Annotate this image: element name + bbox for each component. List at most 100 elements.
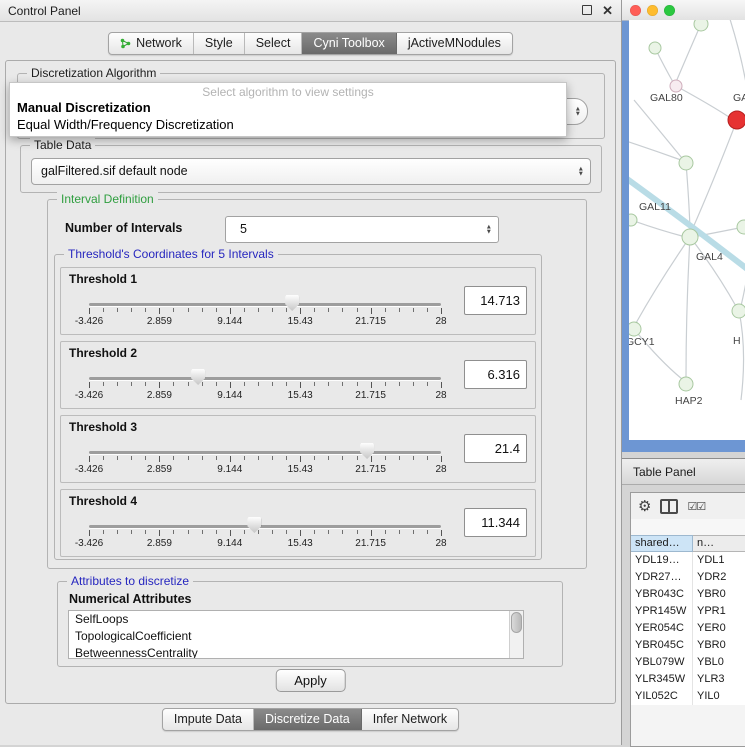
table-data-combobox[interactable]: galFiltered.sif default node ▲▼ bbox=[31, 158, 591, 185]
slider-tick-label: -3.426 bbox=[75, 538, 103, 549]
threshold-value-field[interactable]: 11.344 bbox=[464, 508, 527, 537]
cell-shared-name: YIL052C bbox=[631, 688, 693, 705]
network-edge[interactable] bbox=[634, 100, 686, 163]
network-node[interactable] bbox=[649, 42, 661, 54]
tab-cyni-toolbox[interactable]: Cyni Toolbox bbox=[302, 33, 396, 54]
network-node-label: H bbox=[733, 335, 741, 347]
apply-button[interactable]: Apply bbox=[275, 669, 346, 692]
slider-tick bbox=[342, 530, 343, 534]
network-node[interactable] bbox=[694, 20, 708, 31]
bottom-tab-impute-data[interactable]: Impute Data bbox=[163, 709, 254, 730]
interval-definition-title: Interval Definition bbox=[57, 192, 158, 206]
column-header-name[interactable]: n… bbox=[693, 535, 745, 552]
intervals-spinner[interactable]: 5 ▲▼ bbox=[225, 216, 499, 243]
network-node[interactable] bbox=[679, 377, 693, 391]
tab-select[interactable]: Select bbox=[245, 33, 303, 54]
network-node[interactable] bbox=[629, 322, 641, 336]
network-node[interactable] bbox=[682, 229, 698, 245]
slider-tick bbox=[385, 382, 386, 386]
bottom-tab-discretize-data[interactable]: Discretize Data bbox=[254, 709, 362, 730]
slider-tick bbox=[385, 308, 386, 312]
slider-tick bbox=[131, 456, 132, 460]
attribute-list-item[interactable]: SelfLoops bbox=[69, 611, 523, 628]
table-row[interactable]: YPR145WYPR1 bbox=[631, 603, 745, 620]
bottom-tab-segment: Impute DataDiscretize Data Infer Network bbox=[162, 708, 459, 731]
table-row[interactable]: YBR043CYBR0 bbox=[631, 586, 745, 603]
threshold-value-field[interactable]: 21.4 bbox=[464, 434, 527, 463]
gear-icon[interactable]: ⚙ bbox=[638, 499, 651, 514]
network-edge-thick[interactable] bbox=[629, 176, 745, 272]
cell-name: YER0 bbox=[693, 620, 745, 637]
select-rows-checkboxes-icon[interactable]: ☑☑ bbox=[687, 500, 705, 513]
attribute-list-item[interactable]: BetweennessCentrality bbox=[69, 645, 523, 659]
list-scrollbar[interactable] bbox=[509, 611, 523, 658]
network-node[interactable] bbox=[679, 156, 693, 170]
slider-tick bbox=[159, 530, 160, 536]
table-row[interactable]: YBR045CYBR0 bbox=[631, 637, 745, 654]
columns-icon[interactable] bbox=[660, 499, 678, 514]
threshold-label: Threshold 4 bbox=[69, 494, 137, 508]
network-edge[interactable] bbox=[676, 86, 729, 117]
table-row[interactable]: YLR345WYLR3 bbox=[631, 671, 745, 688]
network-node[interactable] bbox=[728, 111, 745, 129]
network-edge[interactable] bbox=[676, 24, 701, 82]
attribute-list-item[interactable]: TopologicalCoefficient bbox=[69, 628, 523, 645]
threshold-value-field[interactable]: 6.316 bbox=[464, 360, 527, 389]
network-edge[interactable] bbox=[631, 220, 682, 236]
tab-cyni-toolbox-label: Cyni Toolbox bbox=[313, 36, 384, 50]
table-panel-title: Table Panel bbox=[633, 465, 696, 479]
network-edge[interactable] bbox=[690, 237, 737, 308]
zoom-light-icon[interactable] bbox=[664, 5, 675, 16]
slider-track[interactable] bbox=[89, 303, 441, 306]
tab-jactivemnodules[interactable]: jActiveMNodules bbox=[397, 33, 512, 54]
control-panel-titlebar[interactable]: Control Panel ✕ bbox=[0, 0, 621, 22]
table-panel-header[interactable]: Table Panel bbox=[622, 458, 745, 485]
slider-tick bbox=[216, 530, 217, 534]
network-edge[interactable] bbox=[739, 311, 744, 400]
slider-tick-label: 28 bbox=[435, 538, 446, 549]
table-row[interactable]: YER054CYER0 bbox=[631, 620, 745, 637]
network-edge[interactable] bbox=[636, 237, 690, 323]
bottom-tab-infer-network[interactable]: Infer Network bbox=[362, 709, 458, 730]
close-icon[interactable]: ✕ bbox=[602, 5, 613, 17]
bottom-tab-infer-network-label: Infer Network bbox=[373, 712, 447, 726]
threshold-panel-4: Threshold 4 -3.4262.8599.14415.4321.7152… bbox=[60, 489, 536, 557]
slider-track[interactable] bbox=[89, 377, 441, 380]
network-node-label: GAL11 bbox=[639, 201, 671, 213]
table-row[interactable]: YDL19…YDL1 bbox=[631, 552, 745, 569]
number-of-intervals-label: Number of Intervals bbox=[65, 221, 182, 235]
threshold-value-field[interactable]: 14.713 bbox=[464, 286, 527, 315]
network-canvas[interactable]: GAL80GAL8GAL11GAL4GCY1HHAP2 bbox=[629, 20, 745, 440]
slider-tick bbox=[286, 456, 287, 460]
network-edge[interactable] bbox=[629, 140, 681, 160]
attributes-list[interactable]: SelfLoopsTopologicalCoefficientBetweenne… bbox=[68, 610, 524, 659]
network-node[interactable] bbox=[670, 80, 682, 92]
network-edge[interactable] bbox=[692, 120, 737, 230]
network-window-titlebar[interactable] bbox=[622, 0, 745, 21]
slider-track[interactable] bbox=[89, 525, 441, 528]
list-scrollbar-thumb[interactable] bbox=[511, 612, 522, 633]
slider-tick-label: 28 bbox=[435, 390, 446, 401]
network-node[interactable] bbox=[732, 304, 745, 318]
slider-track[interactable] bbox=[89, 451, 441, 454]
table-row[interactable]: YIL052CYIL0 bbox=[631, 688, 745, 705]
column-header-shared-name[interactable]: shared… bbox=[631, 535, 693, 552]
float-window-icon[interactable] bbox=[582, 5, 592, 17]
network-node[interactable] bbox=[737, 220, 745, 234]
slider-tick bbox=[173, 308, 174, 312]
slider-tick bbox=[441, 456, 442, 462]
minimize-light-icon[interactable] bbox=[647, 5, 658, 16]
tab-network[interactable]: Network bbox=[109, 33, 194, 54]
dropdown-option-manual-discretization[interactable]: Manual Discretization bbox=[10, 99, 566, 116]
close-light-icon[interactable] bbox=[630, 5, 641, 16]
tab-style[interactable]: Style bbox=[194, 33, 245, 54]
slider-tick bbox=[328, 530, 329, 534]
network-node[interactable] bbox=[629, 214, 637, 226]
table-row[interactable]: YBL079WYBL0 bbox=[631, 654, 745, 671]
threshold-label: Threshold 2 bbox=[69, 346, 137, 360]
table-row[interactable]: YDR27…YDR2 bbox=[631, 569, 745, 586]
slider-tick-labels: -3.4262.8599.14415.4321.71528 bbox=[89, 316, 441, 328]
network-edge[interactable] bbox=[686, 237, 690, 377]
dropdown-option-equal-width-frequency[interactable]: Equal Width/Frequency Discretization bbox=[10, 116, 566, 133]
tab-network-label: Network bbox=[136, 36, 182, 50]
